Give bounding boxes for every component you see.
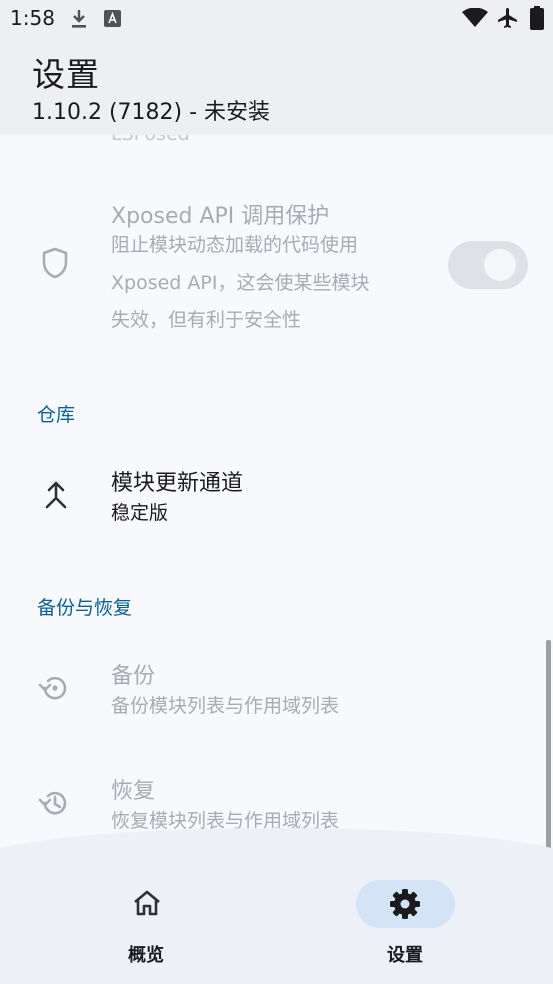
scrollbar[interactable] <box>546 640 551 860</box>
pref-summary-line: Xposed API，这会使某些模块 <box>111 272 370 294</box>
nav-item-overview[interactable]: 概览 <box>0 860 276 984</box>
pref-update-channel[interactable]: 模块更新通道 稳定版 <box>0 453 553 543</box>
nav-item-settings[interactable]: 设置 <box>276 860 553 984</box>
home-icon <box>134 890 160 916</box>
pref-summary-line: 失效，但有利于安全性 <box>111 309 302 331</box>
status-time: 1:58 <box>10 6 55 30</box>
pref-title: Xposed API 调用保护 <box>111 204 330 229</box>
pref-summary: 备份模块列表与作用域列表 <box>111 695 340 717</box>
restore-history-icon <box>38 791 67 815</box>
section-header-backup: 备份与恢复 <box>37 597 133 619</box>
wifi-icon <box>462 8 488 27</box>
clipped-summary-text: LSPosed <box>111 135 190 145</box>
backup-icon <box>38 676 67 700</box>
download-icon <box>72 10 86 28</box>
version-subtitle: 1.10.2 (7182) - 未安装 <box>32 100 271 125</box>
status-bar: 1:58 <box>0 0 553 38</box>
airplane-mode-icon <box>498 8 517 28</box>
pref-title: 模块更新通道 <box>111 471 244 496</box>
nav-label-settings: 设置 <box>387 945 423 966</box>
battery-icon <box>530 6 544 30</box>
pref-summary: 稳定版 <box>111 502 169 524</box>
pref-title: 恢复 <box>111 779 156 804</box>
app-bar: 设置 1.10.2 (7182) - 未安装 <box>0 38 553 135</box>
pref-summary-line: 阻止模块动态加载的代码使用 <box>111 234 359 256</box>
switch-thumb <box>484 249 516 281</box>
shield-icon <box>42 247 68 279</box>
a-badge-icon <box>104 10 121 27</box>
settings-list[interactable]: LSPosed Xposed API 调用保护 阻止模块动态加载的代码使用 Xp… <box>0 135 553 860</box>
pref-title: 备份 <box>111 664 156 689</box>
xposed-api-protection-switch[interactable] <box>448 241 528 289</box>
merge-arrow-icon <box>45 481 67 509</box>
nav-label-overview: 概览 <box>128 945 164 966</box>
page-title: 设置 <box>32 55 100 94</box>
gear-icon <box>390 889 420 919</box>
section-header-repo: 仓库 <box>37 404 76 426</box>
pref-backup[interactable]: 备份 备份模块列表与作用域列表 <box>0 650 553 740</box>
